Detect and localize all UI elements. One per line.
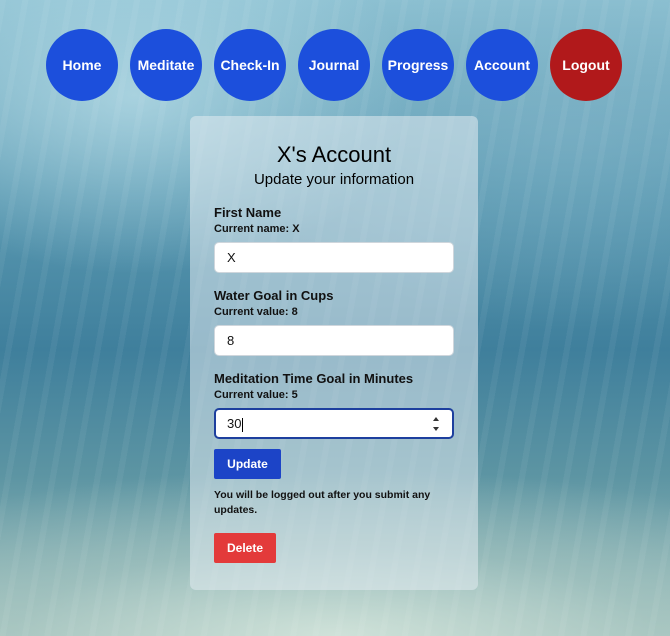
main-nav: Home Meditate Check-In Journal Progress … [46, 29, 622, 101]
water-goal-label: Water Goal in Cups [214, 288, 334, 303]
first-name-label: First Name [214, 205, 282, 220]
account-card: X's Account Update your information Firs… [190, 116, 478, 590]
stepper-down-icon[interactable] [433, 427, 439, 431]
update-button[interactable]: Update [214, 449, 281, 479]
nav-meditate-button[interactable]: Meditate [130, 29, 202, 101]
page-subtitle: Update your information [253, 171, 415, 188]
water-goal-value: 8 [227, 333, 235, 348]
text-caret [242, 417, 244, 432]
meditation-goal-value: 30 [227, 416, 242, 431]
nav-journal-button[interactable]: Journal [298, 29, 370, 101]
number-stepper[interactable] [432, 417, 440, 431]
nav-progress-button[interactable]: Progress [382, 29, 454, 101]
first-name-value: X [227, 250, 236, 265]
logout-warning-note: You will be logged out after you submit … [214, 489, 431, 516]
first-name-current: Current name: X [214, 223, 300, 235]
nav-account-button[interactable]: Account [466, 29, 538, 101]
delete-button[interactable]: Delete [214, 533, 276, 563]
meditation-goal-input[interactable]: 30 [214, 408, 454, 439]
nav-home-button[interactable]: Home [46, 29, 118, 101]
page-title: X's Account [276, 142, 392, 167]
nav-check-in-button[interactable]: Check-In [214, 29, 286, 101]
water-goal-current: Current value: 8 [214, 306, 298, 318]
first-name-input[interactable]: X [214, 242, 454, 273]
meditation-goal-label: Meditation Time Goal in Minutes [214, 371, 414, 386]
logout-button[interactable]: Logout [550, 29, 622, 101]
meditation-goal-current: Current value: 5 [214, 389, 298, 401]
stepper-up-icon[interactable] [433, 417, 439, 421]
water-goal-input[interactable]: 8 [214, 325, 454, 356]
